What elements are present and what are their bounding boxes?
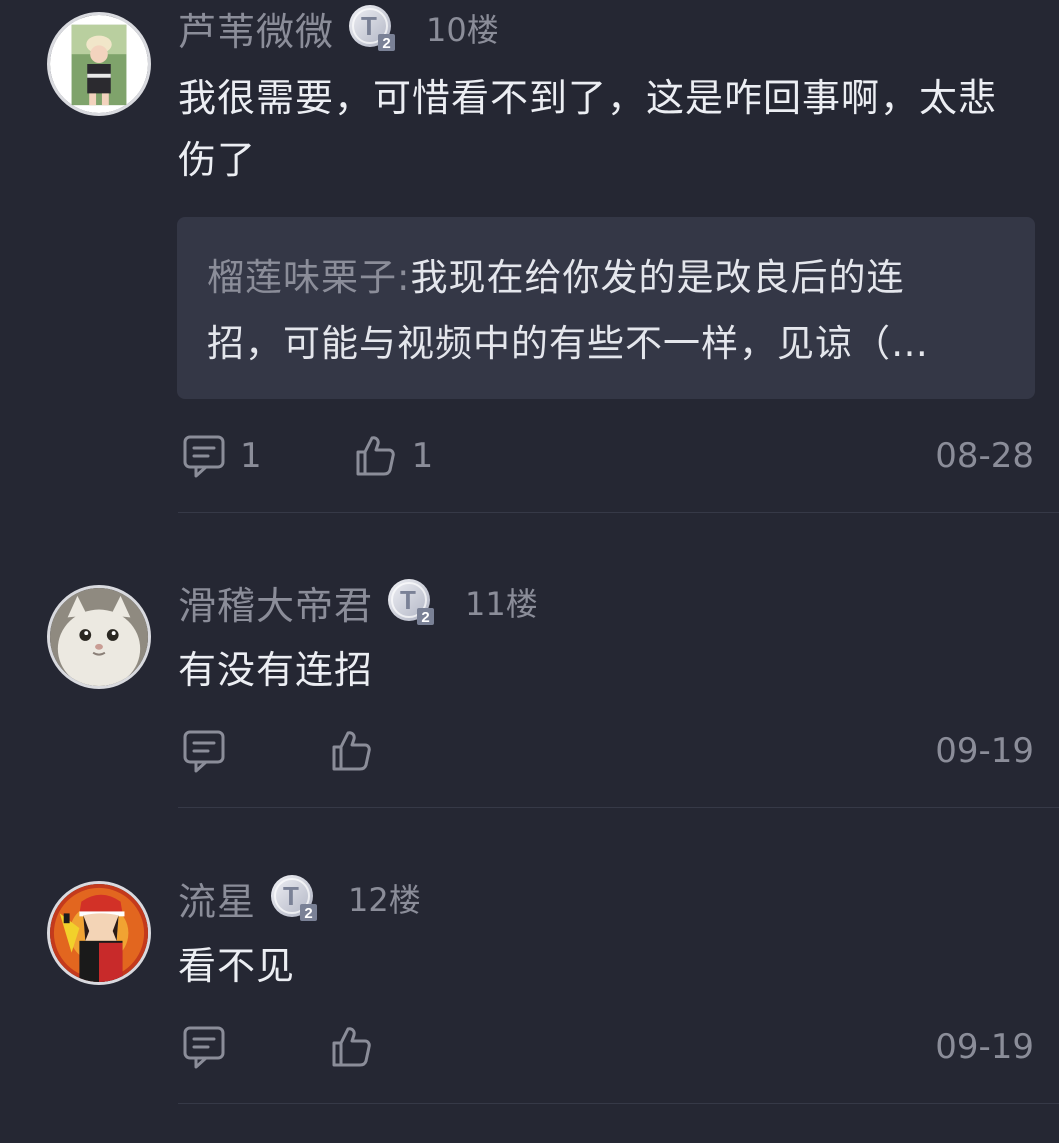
reply-separator: : xyxy=(397,256,411,299)
thumbs-up-icon xyxy=(332,731,371,771)
floor-number: 12楼 xyxy=(348,881,421,919)
thumbs-up-icon xyxy=(356,436,395,476)
comment-icon xyxy=(183,730,225,773)
reply-line-1: 榴莲味栗子:我现在给你发的是改良后的连 xyxy=(207,245,1005,311)
reply-preview[interactable]: 榴莲味栗子:我现在给你发的是改良后的连 招，可能与视频中的有些不一样，见谅（… xyxy=(177,217,1035,399)
comment-text: 我很需要，可惜看不到了，这是咋回事啊，太悲伤了 xyxy=(178,76,998,182)
comment-icon xyxy=(183,435,225,478)
like-count: 1 xyxy=(411,436,434,476)
floor-number: 11楼 xyxy=(465,585,538,623)
avatar[interactable] xyxy=(47,881,151,985)
reply-count: 1 xyxy=(240,436,262,476)
comment-actions: 1 1 08-28 xyxy=(178,431,1034,481)
username[interactable]: 芦苇微微 xyxy=(178,1,334,56)
comment-date: 09-19 xyxy=(935,731,1034,771)
level-badge-icon xyxy=(348,4,397,52)
avatar[interactable] xyxy=(47,585,151,689)
username[interactable]: 滑稽大帝君 xyxy=(178,575,373,630)
reply-line-2: 招，可能与视频中的有些不一样，见谅（… xyxy=(207,322,929,365)
comment-actions: 09-19 xyxy=(178,1022,1034,1072)
thumbs-up-icon xyxy=(332,1027,371,1067)
like-button[interactable] xyxy=(330,729,388,773)
floor-number: 10楼 xyxy=(426,11,499,49)
reply-button[interactable] xyxy=(182,1025,240,1069)
comment-date: 08-28 xyxy=(935,436,1034,476)
comment-date: 09-19 xyxy=(935,1027,1034,1067)
comment-icon xyxy=(183,1026,225,1069)
comment-text: 看不见 xyxy=(178,944,296,988)
reply-button[interactable] xyxy=(182,729,240,773)
reply-text: 我现在给你发的是改良后的连 xyxy=(410,256,905,299)
level-badge-icon xyxy=(387,578,436,626)
reply-author[interactable]: 榴莲味栗子 xyxy=(207,256,397,299)
username[interactable]: 流星 xyxy=(178,871,256,926)
like-button[interactable]: 1 xyxy=(354,434,434,478)
divider xyxy=(178,1103,1059,1104)
divider xyxy=(178,807,1059,808)
divider xyxy=(178,512,1059,513)
level-badge-icon xyxy=(270,874,319,922)
comment-text: 有没有连招 xyxy=(178,648,374,692)
reply-button[interactable]: 1 xyxy=(182,434,262,478)
avatar[interactable] xyxy=(47,12,151,116)
comment-actions: 09-19 xyxy=(178,726,1034,776)
like-button[interactable] xyxy=(330,1025,388,1069)
